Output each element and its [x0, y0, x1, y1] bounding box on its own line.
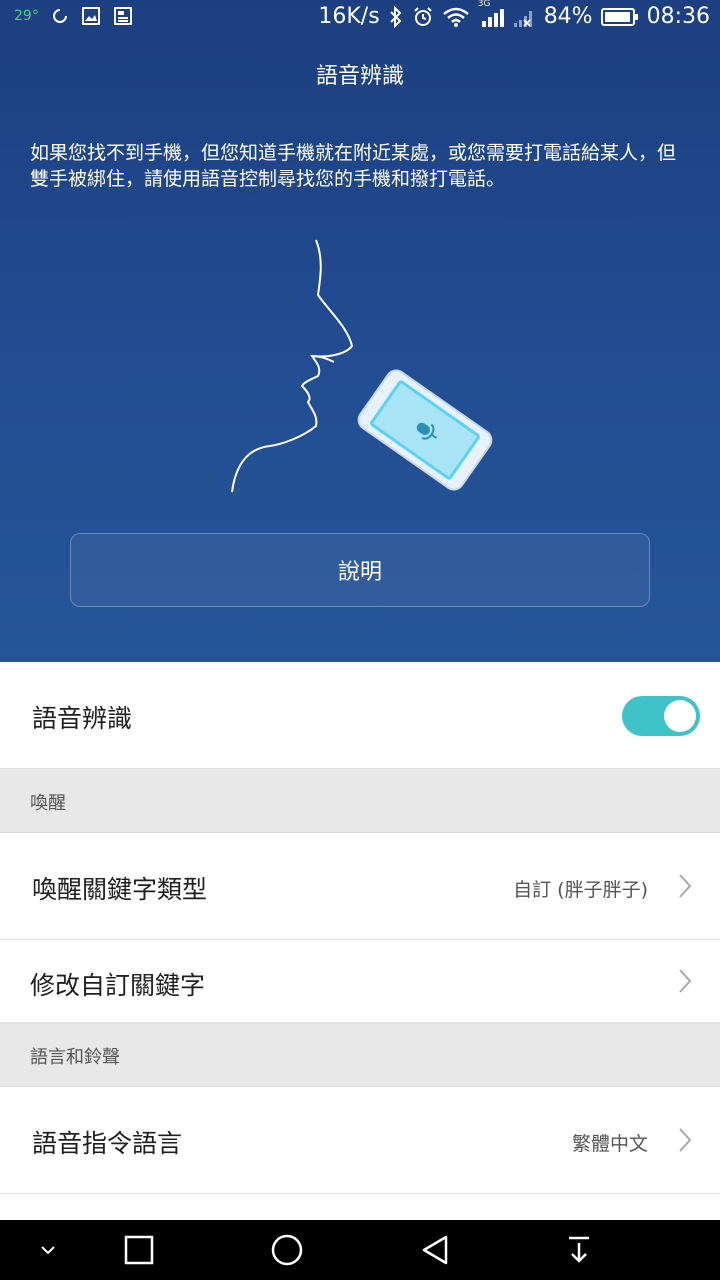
clock: 08:36	[646, 4, 710, 29]
command-language-row[interactable]: 語音指令語言 繁體中文	[0, 1087, 720, 1194]
wifi-icon	[442, 6, 470, 28]
edit-custom-keyword-label: 修改自訂關鍵字	[30, 971, 206, 1000]
voice-recognition-label: 語音辨識	[32, 704, 133, 733]
no-signal-icon	[512, 5, 536, 29]
chevron-down-icon	[41, 1246, 55, 1255]
navigation-bar	[0, 1220, 720, 1280]
section-header-wakeup: 喚醒	[0, 769, 720, 833]
network-type-label: 3G	[477, 0, 491, 9]
hero-panel: 29° 16K/s 3G 84% 08:36 語音辨識 如果您找不到手機，但您知…	[0, 0, 720, 662]
gallery-icon	[81, 6, 101, 26]
command-language-value: 繁體中文	[571, 1133, 648, 1155]
chevron-right-icon	[678, 968, 692, 998]
voice-recognition-row[interactable]: 語音辨識	[0, 662, 720, 769]
nav-notification-button[interactable]	[554, 1220, 604, 1280]
section-label-language: 語言和鈴聲	[30, 1047, 120, 1068]
wakeup-keyword-type-value: 自訂 (胖子胖子)	[513, 879, 648, 901]
battery-percent: 84%	[543, 4, 593, 29]
chevron-right-icon	[678, 1127, 692, 1157]
pull-down-icon	[569, 1236, 589, 1263]
triangle-back-icon	[422, 1235, 448, 1265]
edit-custom-keyword-row[interactable]: 修改自訂關鍵字	[0, 940, 720, 1023]
section-label-wakeup: 喚醒	[30, 793, 66, 814]
circle-icon	[271, 1234, 303, 1266]
voice-recognition-toggle[interactable]	[622, 696, 700, 736]
nav-back-button[interactable]	[410, 1220, 460, 1280]
nav-recents-button[interactable]	[114, 1220, 164, 1280]
square-icon	[124, 1235, 154, 1265]
voice-illustration	[200, 230, 560, 510]
bluetooth-icon	[388, 5, 404, 29]
news-icon	[113, 6, 133, 26]
battery-icon	[600, 7, 639, 27]
chevron-right-icon	[678, 873, 692, 903]
temperature-indicator: 29°	[14, 8, 39, 24]
loading-icon	[51, 7, 69, 25]
network-speed: 16K/s	[318, 4, 380, 29]
toggle-knob	[664, 700, 696, 732]
wakeup-keyword-type-label: 喚醒關鍵字類型	[32, 875, 208, 904]
page-title: 語音辨識	[315, 64, 404, 89]
signal-3g-icon: 3G	[478, 0, 504, 29]
hero-description: 如果您找不到手機，但您知道手機就在附近某處，或您需要打電話給某人，但雙手被綁住，…	[30, 142, 677, 190]
alarm-icon	[412, 6, 434, 28]
wakeup-keyword-type-row[interactable]: 喚醒關鍵字類型 自訂 (胖子胖子)	[0, 833, 720, 940]
command-language-label: 語音指令語言	[32, 1129, 183, 1158]
help-button[interactable]: 說明	[70, 533, 650, 607]
nav-collapse-button[interactable]	[28, 1220, 68, 1280]
section-header-language: 語言和鈴聲	[0, 1023, 720, 1087]
status-bar: 29° 16K/s 3G 84% 08:36	[0, 0, 720, 36]
nav-home-button[interactable]	[262, 1220, 312, 1280]
